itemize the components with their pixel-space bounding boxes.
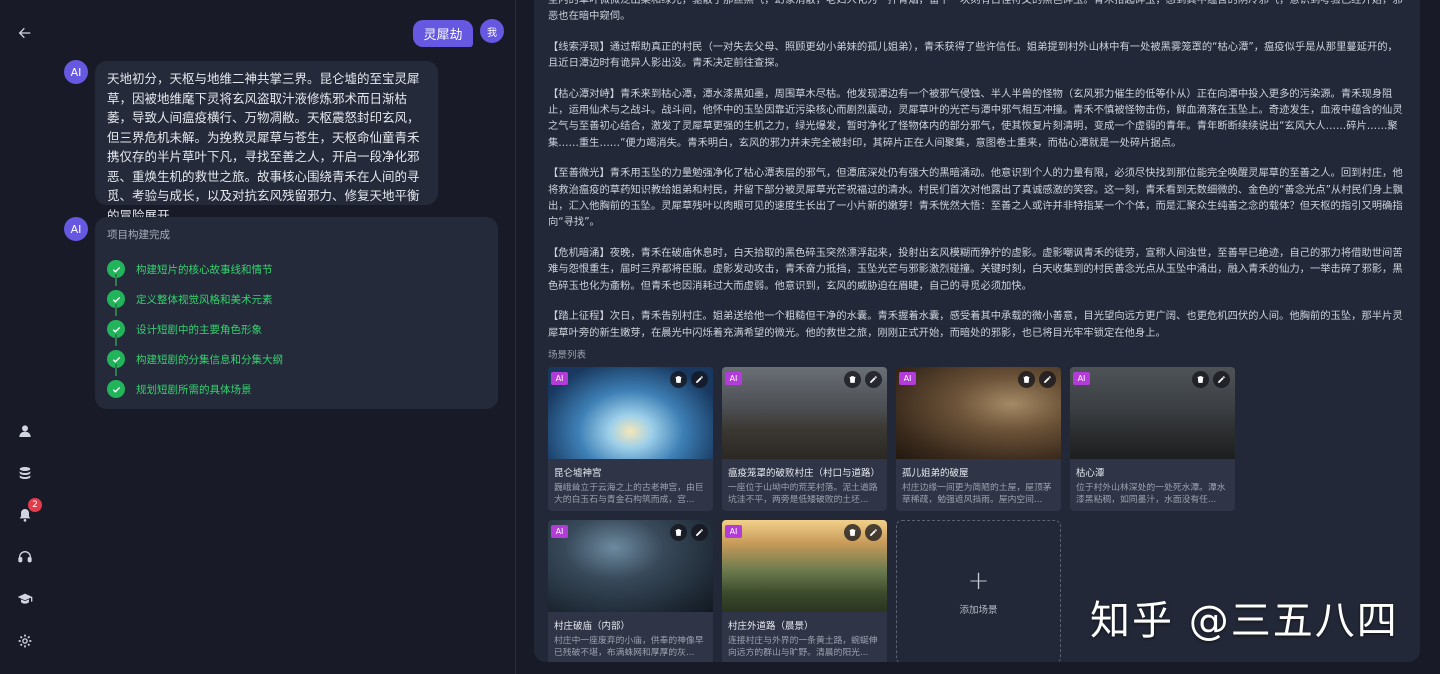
- story-paragraph: 【危机暗涌】夜晚，青禾在破庙休息时，白天拾取的黑色碎玉突然漂浮起来，投射出玄风模…: [548, 246, 1403, 292]
- scene-thumbnail[interactable]: AI: [896, 366, 1061, 459]
- pencil-icon[interactable]: [691, 370, 708, 388]
- graduation-cap-icon[interactable]: [14, 588, 36, 610]
- scene-card[interactable]: AI 孤儿姐弟的破屋 村庄边缘一间更为简陋的土屋，屋顶茅草稀疏，勉强遮风挡雨。屋…: [896, 366, 1061, 511]
- scene-card[interactable]: AI 瘟疫笼罩的破败村庄（村口与道路） 一座位于山坳中的荒芜村落。泥土道路坑洼不…: [722, 366, 887, 511]
- story-panel: 坚内的草叶微微泛出柔和绿光，驱散了那丝黑气，幻象消散，老妇人化为一抔青烟，留下一…: [534, 0, 1420, 662]
- story-paragraph: 【至善微光】青禾用玉坠的力量勉强净化了枯心潭表层的邪气，但潭底深处仍有强大的黑暗…: [548, 167, 1404, 229]
- story-paragraph: 【枯心潭对峙】青禾来到枯心潭，潭水漆黑如墨，周围草木尽枯。他发现潭边有一个被邪气…: [548, 87, 1403, 149]
- add-scene-button[interactable]: + 添加场景: [896, 519, 1061, 662]
- scene-name: 瘟疫笼罩的破败村庄（村口与道路）: [728, 467, 881, 479]
- scene-thumbnail[interactable]: AI: [1070, 366, 1235, 459]
- pencil-icon[interactable]: [1039, 370, 1056, 388]
- story-paragraph: 坚内的草叶微微泛出柔和绿光，驱散了那丝黑气，幻象消散，老妇人化为一抔青烟，留下一…: [548, 0, 1403, 23]
- scene-card[interactable]: AI 枯心潭 位于村外山林深处的一处死水潭。潭水漆黑粘稠，如同墨汁，水面没有任.…: [1070, 366, 1235, 511]
- scene-card[interactable]: AI 村庄外道路（晨景） 连接村庄与外界的一条黄土路，蜿蜒伸向远方的群山与旷野。…: [722, 519, 887, 662]
- scene-name: 孤儿姐弟的破屋: [902, 467, 969, 479]
- user-icon[interactable]: [14, 420, 36, 442]
- scene-name: 村庄外道路（晨景）: [728, 620, 814, 632]
- chat-panel: 灵犀劫 我 AI 天地初分，天枢与地维二神共掌三界。昆仑墟的至宝灵犀草，因被地维…: [50, 0, 516, 674]
- ai-message-bubble: 天地初分，天枢与地维二神共掌三界。昆仑墟的至宝灵犀草，因被地维麾下灵将玄风盗取汁…: [95, 61, 438, 223]
- step-label: 定义整体视觉风格和美术元素: [136, 293, 273, 306]
- scene-thumbnail[interactable]: AI: [722, 366, 887, 459]
- bell-icon[interactable]: 2: [14, 498, 42, 526]
- scene-list-label: 场景列表: [548, 349, 587, 361]
- step-label: 规划短剧所需的具体场景: [136, 383, 252, 396]
- step-label: 构建短片的核心故事线和情节: [136, 263, 273, 276]
- trash-icon[interactable]: [844, 523, 861, 541]
- step-item: 规划短剧所需的具体场景: [107, 374, 486, 404]
- ai-avatar: AI: [64, 60, 88, 84]
- scene-name: 村庄破庙（内部）: [554, 620, 631, 632]
- ai-tag: AI: [725, 371, 742, 385]
- scene-thumbnail[interactable]: AI: [722, 519, 887, 612]
- trash-icon[interactable]: [670, 370, 687, 388]
- trash-icon[interactable]: [1018, 370, 1035, 388]
- step-item: 设计短剧中的主要角色形象: [107, 314, 486, 346]
- plus-icon: +: [967, 565, 990, 596]
- pencil-icon[interactable]: [865, 370, 882, 388]
- ai-avatar: AI: [64, 217, 88, 241]
- step-item: 构建短剧的分集信息和分集大纲: [107, 344, 486, 376]
- scene-description: 巍峨耸立于云海之上的古老神宫，由巨大的白玉石与青金石构筑而成，宫...: [554, 482, 704, 506]
- pencil-icon[interactable]: [865, 523, 882, 541]
- trash-icon[interactable]: [670, 523, 687, 541]
- ai-tag: AI: [899, 371, 916, 385]
- build-steps-card: 项目构建完成 构建短片的核心故事线和情节 定义整体视觉风格和美术元素 设计短剧中…: [95, 217, 498, 409]
- ai-tag: AI: [551, 524, 568, 538]
- gear-icon[interactable]: [14, 630, 36, 652]
- check-circle-icon: [107, 380, 125, 398]
- step-label: 构建短剧的分集信息和分集大纲: [136, 353, 283, 366]
- left-rail: 2: [0, 0, 50, 674]
- scene-description: 位于村外山林深处的一处死水潭。潭水漆黑粘稠，如同墨汁，水面没有任...: [1076, 482, 1226, 506]
- ai-tag: AI: [725, 524, 742, 538]
- user-message-bubble: 灵犀劫: [413, 20, 473, 47]
- user-avatar: 我: [480, 19, 504, 43]
- scene-description: 村庄中一座废弃的小庙，供奉的神像早已残破不堪，布满蛛网和厚厚的灰...: [554, 635, 704, 659]
- scene-description: 一座位于山坳中的荒芜村落。泥土道路坑洼不平，两旁是低矮破败的土坯...: [728, 482, 878, 506]
- headset-icon[interactable]: [14, 546, 36, 568]
- ai-tag: AI: [551, 371, 568, 385]
- scene-thumbnail[interactable]: AI: [548, 519, 713, 612]
- ai-tag: AI: [1073, 371, 1090, 385]
- watermark: 知乎 @三五八四: [1090, 598, 1399, 644]
- add-scene-label: 添加场景: [959, 604, 998, 616]
- scene-card[interactable]: AI 村庄破庙（内部） 村庄中一座废弃的小庙，供奉的神像早已残破不堪，布满蛛网和…: [548, 519, 713, 662]
- scene-card[interactable]: AI 昆仑墟神宫 巍峨耸立于云海之上的古老神宫，由巨大的白玉石与青金石构筑而成，…: [548, 366, 713, 511]
- story-paragraph: 【踏上征程】次日，青禾告别村庄。姐弟送给他一个粗糙但干净的水囊。青禾握着水囊，感…: [548, 310, 1403, 339]
- trash-icon[interactable]: [844, 370, 861, 388]
- step-item: 定义整体视觉风格和美术元素: [107, 284, 486, 316]
- story-text: 坚内的草叶微微泛出柔和绿光，驱散了那丝黑气，幻象消散，老妇人化为一抔青烟，留下一…: [548, 0, 1406, 341]
- notification-badge: 2: [28, 498, 42, 512]
- scene-thumbnail[interactable]: AI: [548, 366, 713, 459]
- step-label: 设计短剧中的主要角色形象: [136, 323, 262, 336]
- story-paragraph: 【线索浮现】通过帮助真正的村民（一对失去父母、照顾更幼小弟妹的孤儿姐弟），青禾获…: [548, 40, 1398, 70]
- scene-description: 连接村庄与外界的一条黄土路，蜿蜒伸向远方的群山与旷野。清晨的阳光...: [728, 635, 878, 659]
- scene-name: 枯心潭: [1076, 467, 1105, 479]
- back-arrow-icon[interactable]: [14, 22, 36, 44]
- scene-name: 昆仑墟神宫: [554, 467, 602, 479]
- trash-icon[interactable]: [1192, 370, 1209, 388]
- pencil-icon[interactable]: [691, 523, 708, 541]
- pencil-icon[interactable]: [1213, 370, 1230, 388]
- steps-title: 项目构建完成: [107, 229, 170, 241]
- step-item: 构建短片的核心故事线和情节: [107, 254, 486, 286]
- stack-icon[interactable]: [14, 462, 36, 484]
- scene-description: 村庄边缘一间更为简陋的土屋，屋顶茅草稀疏，勉强遮风挡雨。屋内空间...: [902, 482, 1052, 506]
